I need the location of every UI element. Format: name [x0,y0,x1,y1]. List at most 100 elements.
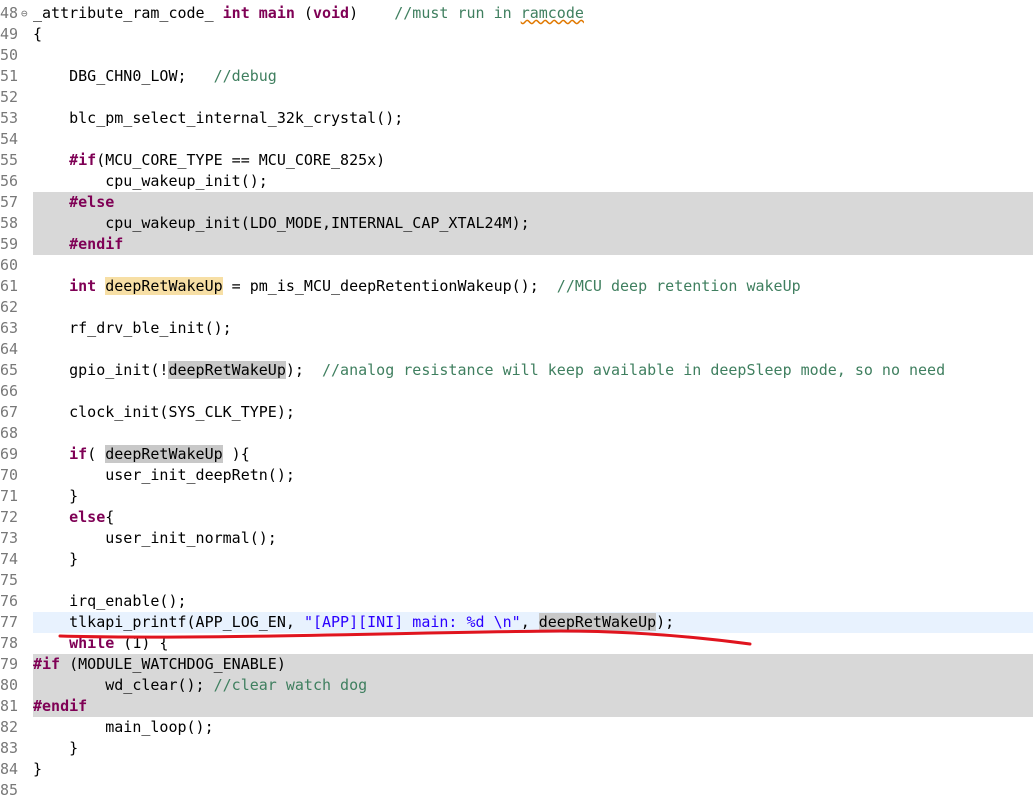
code-line[interactable]: 83 } [0,738,1033,759]
line-number: 72 [0,508,19,526]
fold-toggle-icon[interactable]: ⊖ [21,3,28,24]
code-text: _attribute_ram_code_ int main (void) //m… [33,3,1033,24]
code-text: #else [33,192,1033,213]
line-number: 55 [0,151,19,169]
code-line[interactable]: 71 } [0,486,1033,507]
code-token: ( [294,4,313,22]
code-line[interactable]: 61 int deepRetWakeUp = pm_is_MCU_deepRet… [0,276,1033,297]
line-number: 63 [0,319,19,337]
code-line[interactable]: 53 blc_pm_select_internal_32k_crystal(); [0,108,1033,129]
code-line[interactable]: 57 #else [0,192,1033,213]
code-line[interactable]: 85 [0,780,1033,799]
code-line[interactable]: 67 clock_init(SYS_CLK_TYPE); [0,402,1033,423]
code-line[interactable]: 75 [0,570,1033,591]
code-token: ){ [222,445,250,463]
code-token: deepRetWakeUp [105,445,223,463]
code-line[interactable]: 55 #if(MCU_CORE_TYPE == MCU_CORE_825x) [0,150,1033,171]
line-number: 67 [0,403,19,421]
code-line[interactable]: 68 [0,423,1033,444]
code-token: main [258,4,295,22]
code-token: deepRetWakeUp [538,613,657,631]
code-text: while (1) { [33,633,1033,654]
code-token: irq_enable(); [33,592,187,610]
code-text: clock_init(SYS_CLK_TYPE); [33,402,1033,423]
code-line[interactable]: 63 rf_drv_ble_init(); [0,318,1033,339]
code-line[interactable]: 82 main_loop(); [0,717,1033,738]
line-number: 80 [0,676,19,694]
code-line[interactable]: 58 cpu_wakeup_init(LDO_MODE,INTERNAL_CAP… [0,213,1033,234]
code-token: //MCU deep retention wakeUp [556,277,801,295]
code-token: DBG_CHN0_LOW; [33,67,214,85]
code-line[interactable]: 84} [0,759,1033,780]
line-number: 74 [0,550,19,568]
line-number: 58 [0,214,19,232]
code-token: gpio_init(! [33,361,169,379]
code-line[interactable]: 51 DBG_CHN0_LOW; //debug [0,66,1033,87]
code-line[interactable]: 62 [0,297,1033,318]
code-line[interactable]: 54 [0,129,1033,150]
line-number: 78 [0,634,19,652]
code-text: DBG_CHN0_LOW; //debug [33,66,1033,87]
code-line[interactable]: 60 [0,255,1033,276]
code-text: tlkapi_printf(APP_LOG_EN, "[APP][INI] ma… [33,612,1033,633]
code-token: } [33,739,79,757]
code-line[interactable]: 52 [0,87,1033,108]
line-number: 73 [0,529,19,547]
code-line[interactable]: 73 user_init_normal(); [0,528,1033,549]
code-text: } [33,738,1033,759]
code-line[interactable]: 64 [0,339,1033,360]
line-number: 51 [0,67,19,85]
code-token: _attribute_ram_code_ [33,4,223,22]
code-line[interactable]: 66 [0,381,1033,402]
code-token: #endif [33,697,88,715]
code-token: ramcode [520,4,584,22]
code-token: deepRetWakeUp [168,361,286,379]
code-text: #if(MCU_CORE_TYPE == MCU_CORE_825x) [33,150,1033,171]
code-line[interactable]: 77 tlkapi_printf(APP_LOG_EN, "[APP][INI]… [0,612,1033,633]
line-number: 57 [0,193,19,211]
code-line[interactable]: 72 else{ [0,507,1033,528]
code-token: , [520,613,539,631]
code-line[interactable]: 80 wd_clear(); //clear watch dog [0,675,1033,696]
code-line[interactable]: 79 #if (MODULE_WATCHDOG_ENABLE) [0,654,1033,675]
code-token: { [105,508,115,526]
code-line[interactable]: 74 } [0,549,1033,570]
code-token: #else [69,193,115,211]
code-line[interactable]: 76 irq_enable(); [0,591,1033,612]
code-token: } [33,487,79,505]
code-editor[interactable]: 48 ⊖ _attribute_ram_code_ int main (void) … [0,0,1033,799]
line-number: 66 [0,382,19,400]
line-number: 77 [0,613,19,631]
code-token: main_loop(); [33,718,214,736]
line-number: 68 [0,424,19,442]
code-line[interactable]: 70 user_init_deepRetn(); [0,465,1033,486]
code-line[interactable]: 81 #endif [0,696,1033,717]
code-line[interactable]: 78 while (1) { [0,633,1033,654]
code-token: //must run in [394,4,521,22]
code-line[interactable]: 59 #endif [0,234,1033,255]
code-line[interactable]: 56 cpu_wakeup_init(); [0,171,1033,192]
code-token: user_init_normal(); [33,529,277,547]
code-line[interactable]: 50 [0,45,1033,66]
code-line[interactable]: 49 { [0,24,1033,45]
line-number: 70 [0,466,19,484]
code-token: tlkapi_printf(APP_LOG_EN, [33,613,304,631]
code-line[interactable]: 48 ⊖ _attribute_ram_code_ int main (void) … [0,3,1033,24]
code-text: } [33,549,1033,570]
code-text: } [33,486,1033,507]
code-line[interactable]: 65 gpio_init(!deepRetWakeUp); //analog r… [0,360,1033,381]
code-text: cpu_wakeup_init(LDO_MODE,INTERNAL_CAP_XT… [33,213,1033,234]
code-line[interactable]: 69 if( deepRetWakeUp ){ [0,444,1033,465]
code-token: "[APP][INI] main: %d \n" [303,613,521,631]
code-token: (MODULE_WATCHDOG_ENABLE) [60,655,286,673]
line-number: 64 [0,340,19,358]
code-token: = pm_is_MCU_deepRetentionWakeup(); [222,277,557,295]
